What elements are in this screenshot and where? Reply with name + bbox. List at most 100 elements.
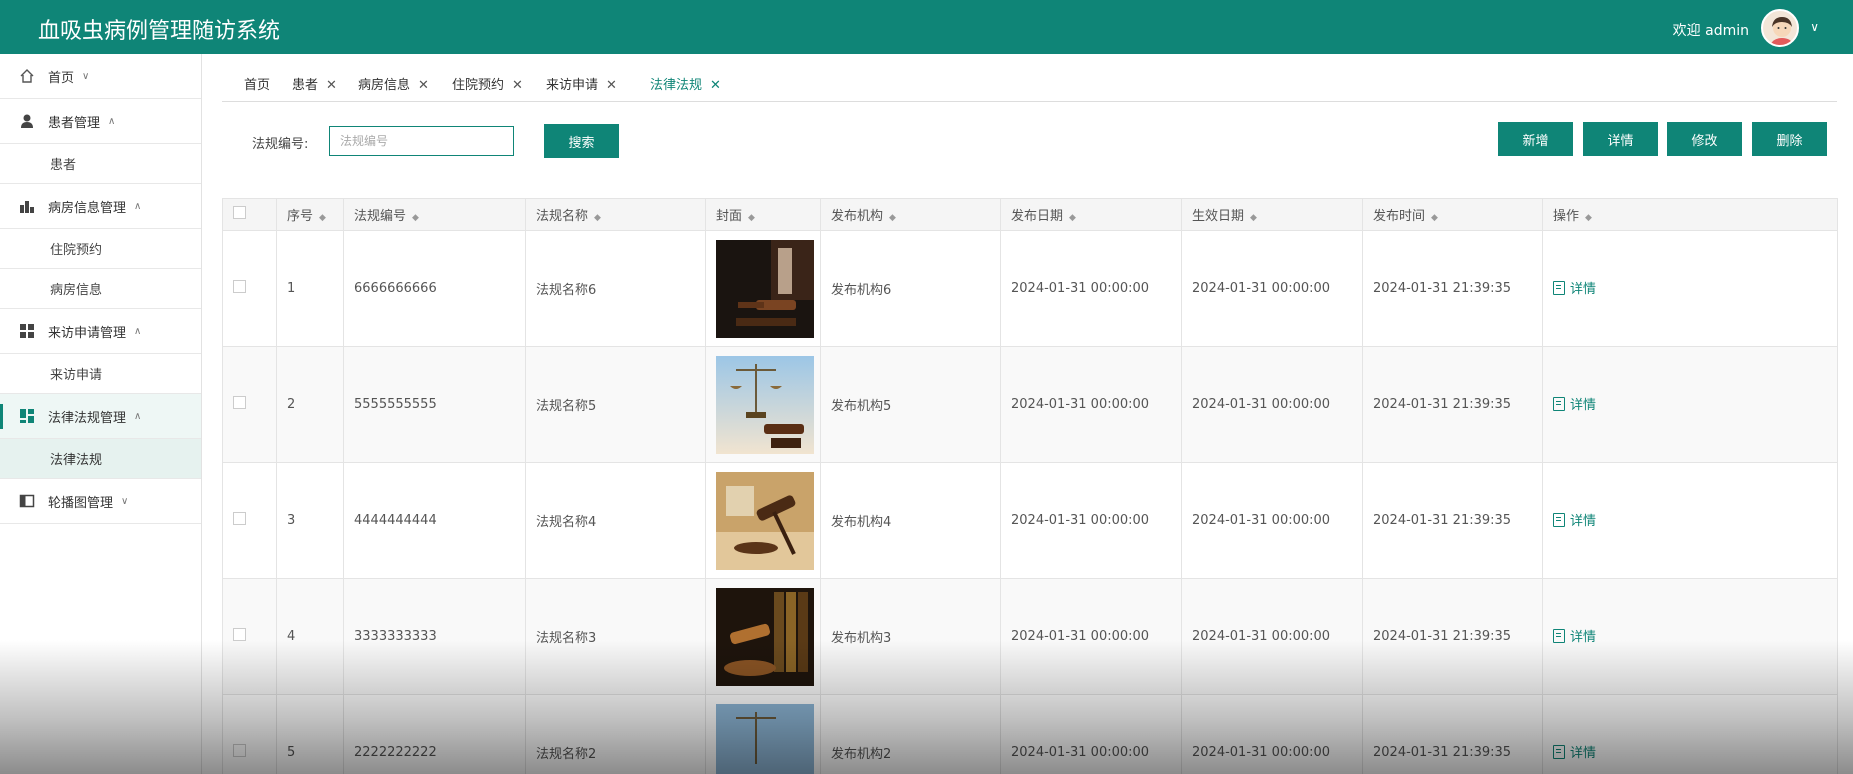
sort-icon[interactable]: ◆	[1250, 213, 1257, 223]
select-all-checkbox[interactable]	[233, 206, 246, 219]
cell-org: 发布机构2	[820, 694, 1001, 774]
add-button[interactable]: 新增	[1498, 122, 1573, 156]
sidebar-subitem-ward-info[interactable]: 病房信息	[0, 269, 201, 309]
table-row[interactable]: 1 6666666666 法规名称6 发布机构6 2024-01-31 00:0…	[222, 230, 1838, 347]
tab-laws[interactable]: 法律法规 ✕	[650, 74, 721, 93]
sidebar-subitem-laws[interactable]: 法律法规	[0, 439, 201, 479]
cell-org: 发布机构6	[820, 230, 1001, 347]
cell-index: 1	[276, 230, 344, 347]
search-input[interactable]	[329, 126, 514, 156]
cell-actions: 详情	[1542, 230, 1838, 347]
chevron-up-icon: ∧	[134, 410, 142, 422]
cell-org: 发布机构3	[820, 578, 1001, 695]
sort-icon[interactable]: ◆	[1069, 213, 1076, 223]
tab-patient[interactable]: 患者 ✕	[292, 74, 337, 93]
chart-icon	[18, 197, 36, 215]
sidebar-subitem-patient[interactable]: 患者	[0, 144, 201, 184]
avatar-icon	[1770, 17, 1794, 45]
cover-image-law-gavel[interactable]	[716, 471, 814, 570]
sidebar: 首页 ∨ 患者管理 ∧ 患者 病房信息管理 ∧ 住院预约 病房信息 来访申请管理…	[0, 54, 202, 774]
close-icon[interactable]: ✕	[710, 78, 721, 93]
sidebar-subitem-visit-request[interactable]: 来访申请	[0, 354, 201, 394]
sidebar-item-home[interactable]: 首页 ∨	[0, 54, 201, 99]
cover-image-scales[interactable]	[716, 355, 814, 454]
document-icon	[1553, 628, 1565, 643]
panel-icon	[18, 492, 36, 510]
chevron-down-icon: ∨	[121, 495, 129, 507]
table-row[interactable]: 5 2222222222 法规名称2 发布机构2 2024-01-31 00:0…	[222, 694, 1838, 774]
cell-actions: 详情	[1542, 346, 1838, 463]
cover-image-gavel[interactable]	[716, 239, 814, 338]
column-header[interactable]: 序号 ◆	[276, 198, 344, 231]
user-menu-chevron-down-icon[interactable]: ∨	[1810, 20, 1819, 34]
cell-eff-date: 2024-01-31 00:00:00	[1181, 578, 1363, 695]
column-header[interactable]: 法规编号 ◆	[343, 198, 526, 231]
table-row[interactable]: 4 3333333333 法规名称3 发布机构3 2024-01-31 00:0…	[222, 578, 1838, 695]
row-detail-link[interactable]: 详情	[1553, 742, 1596, 761]
chevron-down-icon: ∨	[82, 70, 90, 82]
sort-icon[interactable]: ◆	[748, 213, 755, 223]
detail-button[interactable]: 详情	[1583, 122, 1658, 156]
cover-image-books-gavel[interactable]	[716, 587, 814, 686]
row-checkbox[interactable]	[233, 512, 246, 525]
tab-reservation[interactable]: 住院预约 ✕	[452, 74, 523, 93]
sidebar-item-visit-management[interactable]: 来访申请管理 ∧	[0, 309, 201, 354]
avatar[interactable]	[1761, 9, 1799, 47]
cell-actions: 详情	[1542, 578, 1838, 695]
sidebar-item-label: 法律法规管理	[48, 410, 127, 426]
sort-icon[interactable]: ◆	[1431, 213, 1438, 223]
edit-button[interactable]: 修改	[1667, 122, 1742, 156]
sidebar-item-ward-management[interactable]: 病房信息管理 ∧	[0, 184, 201, 229]
column-header[interactable]: 生效日期 ◆	[1181, 198, 1363, 231]
sidebar-item-law-management[interactable]: 法律法规管理 ∧	[0, 394, 201, 439]
tab-visit-request[interactable]: 来访申请 ✕	[546, 74, 617, 93]
cell-pub-date: 2024-01-31 00:00:00	[1000, 578, 1182, 695]
sort-icon[interactable]: ◆	[1585, 213, 1592, 223]
column-header[interactable]: 发布机构 ◆	[820, 198, 1001, 231]
search-button[interactable]: 搜索	[544, 124, 619, 158]
sort-icon[interactable]: ◆	[319, 213, 326, 223]
row-checkbox[interactable]	[233, 396, 246, 409]
cell-pub-date: 2024-01-31 00:00:00	[1000, 230, 1182, 347]
cell-org: 发布机构5	[820, 346, 1001, 463]
row-detail-link[interactable]: 详情	[1553, 626, 1596, 645]
column-header[interactable]: 封面 ◆	[705, 198, 821, 231]
row-checkbox[interactable]	[233, 280, 246, 293]
sidebar-subitem-reservation[interactable]: 住院预约	[0, 229, 201, 269]
row-detail-link[interactable]: 详情	[1553, 394, 1596, 413]
sidebar-item-patient-management[interactable]: 患者管理 ∧	[0, 99, 201, 144]
document-icon	[1553, 744, 1565, 759]
cell-index: 5	[276, 694, 344, 774]
sort-icon[interactable]: ◆	[594, 213, 601, 223]
cell-cover	[705, 578, 821, 695]
row-checkbox[interactable]	[233, 628, 246, 641]
column-header[interactable]: 操作 ◆	[1542, 198, 1838, 231]
sort-icon[interactable]: ◆	[412, 213, 419, 223]
column-header[interactable]: 法规名称 ◆	[525, 198, 706, 231]
row-detail-link[interactable]: 详情	[1553, 278, 1596, 297]
laws-table: 序号 ◆ 法规编号 ◆ 法规名称 ◆ 封面 ◆ 发布机构 ◆ 发布日期 ◆ 生效日期 ◆ 发布…	[222, 198, 1838, 774]
sidebar-item-carousel-management[interactable]: 轮播图管理 ∨	[0, 479, 201, 524]
select-all-checkbox-cell[interactable]	[222, 198, 277, 231]
delete-button[interactable]: 删除	[1752, 122, 1827, 156]
row-detail-link[interactable]: 详情	[1553, 510, 1596, 529]
tab-home[interactable]: 首页	[244, 74, 270, 93]
cell-code: 2222222222	[343, 694, 526, 774]
close-icon[interactable]: ✕	[326, 78, 337, 93]
sort-icon[interactable]: ◆	[889, 213, 896, 223]
cell-cover	[705, 346, 821, 463]
close-icon[interactable]: ✕	[418, 78, 429, 93]
cell-name: 法规名称4	[525, 462, 706, 579]
tab-bar: 首页 患者 ✕ 病房信息 ✕ 住院预约 ✕ 来访申请 ✕ 法律法规 ✕	[222, 68, 1837, 102]
column-header[interactable]: 发布日期 ◆	[1000, 198, 1182, 231]
table-row[interactable]: 2 5555555555 法规名称5 发布机构5 2024-01-31 00:0…	[222, 346, 1838, 463]
column-header[interactable]: 发布时间 ◆	[1362, 198, 1543, 231]
close-icon[interactable]: ✕	[606, 78, 617, 93]
cover-image-scales-2[interactable]	[716, 703, 814, 774]
tab-ward-info[interactable]: 病房信息 ✕	[358, 74, 429, 93]
cell-pub-date: 2024-01-31 00:00:00	[1000, 694, 1182, 774]
welcome-text: 欢迎 admin	[1672, 23, 1749, 39]
close-icon[interactable]: ✕	[512, 78, 523, 93]
row-checkbox[interactable]	[233, 744, 246, 757]
table-row[interactable]: 3 4444444444 法规名称4 发布机构4 2024-01-31 00:0…	[222, 462, 1838, 579]
